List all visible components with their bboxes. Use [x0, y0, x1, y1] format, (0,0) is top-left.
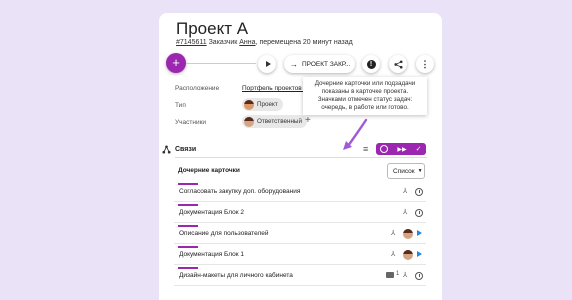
list-item[interactable]: Дизайн-макеты для личного кабинета 1 ⅄ — [174, 266, 426, 286]
block-button[interactable]: ! — [362, 55, 380, 73]
avatar — [403, 250, 413, 260]
list-item[interactable]: Документация Блок 1 ⅄ — [174, 245, 426, 265]
panel-title: Дочерние карточки — [178, 167, 240, 174]
status-bar — [178, 246, 198, 248]
done-icon[interactable]: ✓ — [416, 145, 422, 153]
list-item-label: Документация Блок 1 — [179, 251, 244, 258]
hierarchy-icon: ⅄ — [391, 251, 396, 258]
type-label: Тип — [175, 102, 186, 109]
share-button[interactable] — [389, 55, 407, 73]
customer-link[interactable]: Анна — [239, 39, 255, 46]
share-icon — [393, 59, 403, 69]
member-chip-label: Ответственный — [257, 118, 302, 125]
card-meta: #7145611 Заказчик Анна, перемещена 20 ми… — [176, 39, 353, 46]
view-select-value: Список — [393, 167, 415, 175]
add-member-button[interactable]: + — [305, 115, 311, 126]
status-bar — [178, 267, 198, 269]
list-item-label: Дизайн-макеты для личного кабинета — [179, 272, 293, 279]
location-label: Расположение — [175, 85, 220, 92]
view-select[interactable]: Список ▼ — [387, 163, 425, 179]
more-button[interactable]: ⋮ — [416, 55, 434, 73]
divider — [175, 157, 427, 158]
avatar — [403, 229, 413, 239]
status-bar — [178, 204, 198, 206]
chevron-down-icon: ▼ — [417, 168, 423, 174]
type-icon — [244, 99, 254, 110]
section-title: Связи — [175, 146, 197, 153]
tooltip: Дочерние карточки или подзадачи показаны… — [303, 77, 427, 115]
member-chip[interactable]: Ответственный — [242, 115, 307, 128]
list-item-label: Описание для пользователей — [179, 230, 269, 237]
stage-move-button[interactable]: → ПРОЕКТ ЗАКР... — [284, 55, 355, 73]
play-icon — [417, 251, 422, 257]
comment-count: 1 — [396, 271, 400, 277]
play-button[interactable] — [258, 55, 276, 73]
location-link[interactable]: Портфель проектов / ... — [242, 85, 313, 92]
play-icon — [417, 230, 422, 236]
meta-text-1: Заказчик — [206, 39, 240, 46]
comment-icon — [386, 272, 394, 278]
hierarchy-icon: ⅄ — [403, 209, 408, 216]
status-bar — [178, 183, 198, 185]
status-bar — [178, 225, 198, 227]
divider — [186, 63, 256, 64]
stage-move-label: ПРОЕКТ ЗАКР... — [302, 60, 351, 68]
list-item[interactable]: Согласовать закупку доп. оборудования ⅄ — [174, 182, 426, 202]
hierarchy-icon: ⅄ — [391, 230, 396, 237]
clock-icon — [415, 209, 423, 217]
status-toggle[interactable]: ▶▶ ✓ — [376, 143, 426, 155]
hierarchy-icon: ⅄ — [403, 272, 408, 279]
members-label: Участники — [175, 119, 207, 126]
in-progress-icon[interactable]: ▶▶ — [397, 146, 406, 153]
list-item-label: Документация Блок 2 — [179, 209, 244, 216]
play-icon — [265, 61, 271, 67]
hierarchy-icon — [162, 145, 171, 154]
clock-icon — [415, 272, 423, 280]
type-chip[interactable]: Проект — [242, 98, 283, 111]
filter-icon[interactable]: ≡ — [363, 145, 368, 154]
avatar — [244, 116, 254, 127]
hierarchy-icon: ⅄ — [403, 188, 408, 195]
clock-icon — [415, 188, 423, 196]
queue-icon[interactable] — [380, 145, 389, 153]
meta-text-2: , перемещена 20 минут назад — [255, 39, 353, 46]
list-item[interactable]: Описание для пользователей ⅄ — [174, 224, 426, 244]
list-item-label: Согласовать закупку доп. оборудования — [179, 188, 301, 195]
page-title: Проект А — [176, 19, 249, 38]
list-item[interactable]: Документация Блок 2 ⅄ — [174, 203, 426, 223]
more-vert-icon: ⋮ — [420, 58, 430, 69]
add-button[interactable]: + — [166, 53, 186, 73]
arrow-right-icon: → — [290, 59, 298, 69]
block-icon: ! — [366, 59, 376, 69]
type-chip-label: Проект — [257, 101, 278, 108]
card-id-link[interactable]: #7145611 — [176, 39, 207, 46]
